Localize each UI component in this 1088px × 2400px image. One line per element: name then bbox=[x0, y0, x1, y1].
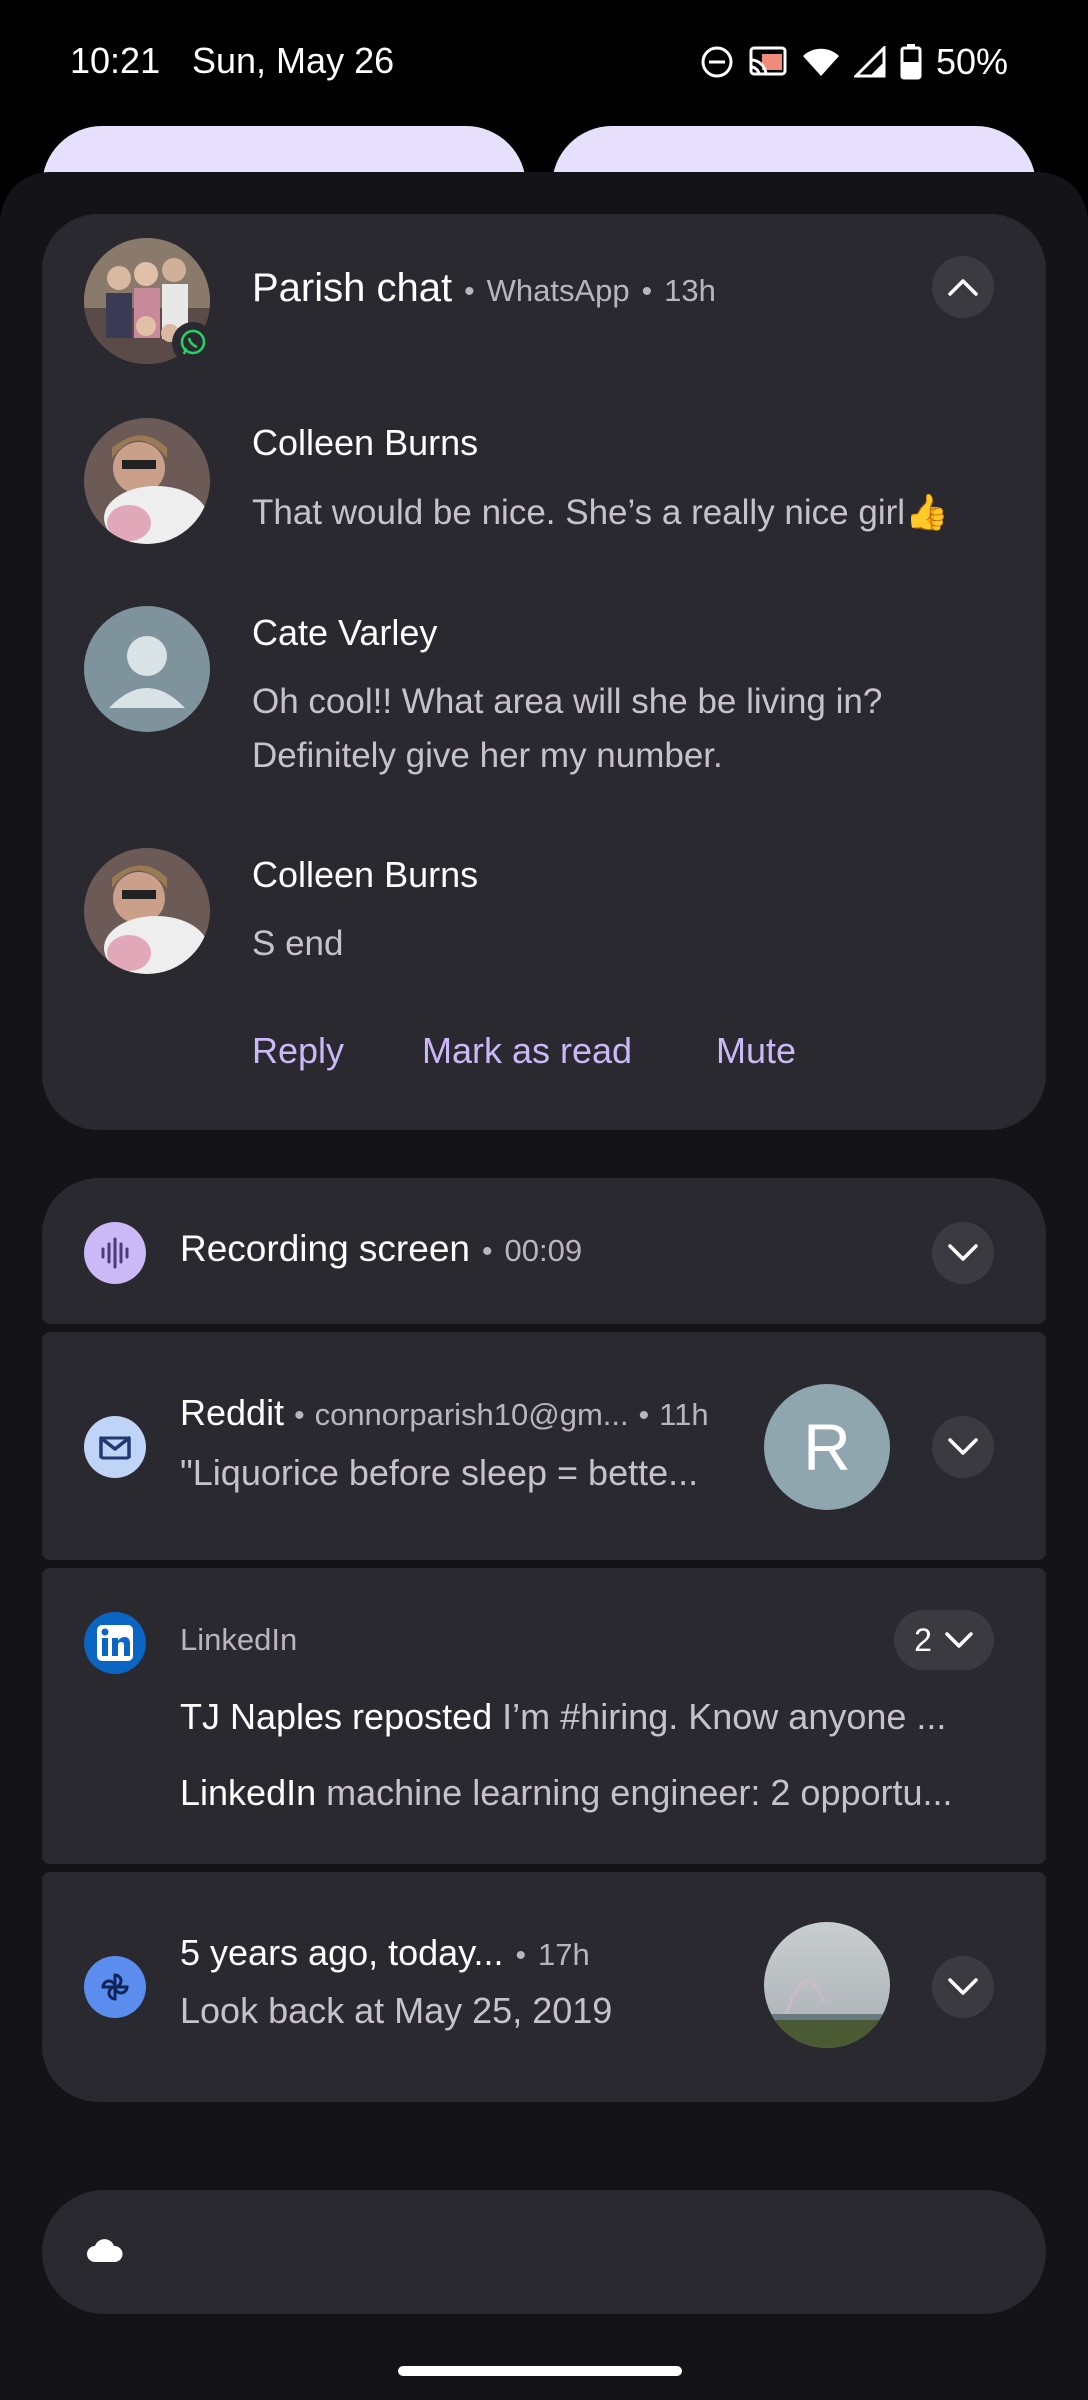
notification-count: 2 bbox=[914, 1621, 932, 1658]
notification-text: Look back at May 25, 2019 bbox=[180, 1990, 613, 2031]
expand-button[interactable] bbox=[932, 1956, 994, 2018]
status-time: 10:21 bbox=[70, 40, 161, 81]
expand-button[interactable] bbox=[932, 1222, 994, 1284]
signal-icon bbox=[853, 46, 886, 78]
app-name: WhatsApp bbox=[486, 273, 630, 308]
battery-icon bbox=[900, 44, 922, 80]
timestamp: 13h bbox=[664, 273, 716, 308]
message-sender: Colleen Burns bbox=[252, 422, 479, 463]
reply-button[interactable]: Reply bbox=[252, 1030, 344, 1072]
notification-line: TJ Naples reposted I’m #hiring. Know any… bbox=[180, 1696, 947, 1737]
mark-as-read-button[interactable]: Mark as read bbox=[422, 1030, 632, 1072]
sender-avatar: R bbox=[764, 1384, 890, 1510]
recording-notification[interactable]: Recording screen • 00:09 bbox=[42, 1178, 1046, 1324]
notification-header: Recording screen • 00:09 bbox=[180, 1228, 583, 1269]
weather-chip[interactable] bbox=[42, 2190, 1046, 2314]
app-name: LinkedIn bbox=[180, 1622, 298, 1657]
whatsapp-badge-icon bbox=[172, 322, 214, 364]
notification-line: LinkedIn machine learning engineer: 2 op… bbox=[180, 1772, 953, 1813]
message-sender: Colleen Burns bbox=[252, 854, 479, 895]
notification-header: 5 years ago, today... • 17h bbox=[180, 1932, 590, 1973]
do-not-disturb-icon bbox=[700, 45, 734, 79]
battery-percent: 50% bbox=[935, 41, 1008, 82]
message-text: That would be nice. She’s a really nice … bbox=[252, 493, 949, 532]
sound-wave-icon bbox=[84, 1222, 146, 1284]
email-notification[interactable]: Reddit • connorparish10@gm... • 11h "Liq… bbox=[42, 1332, 1046, 1560]
pinwheel-icon bbox=[84, 1956, 146, 2018]
status-icons: 50% bbox=[700, 38, 1008, 86]
wifi-icon bbox=[802, 46, 840, 78]
linkedin-icon bbox=[84, 1612, 146, 1674]
avatar bbox=[84, 848, 210, 974]
gmail-icon bbox=[84, 1416, 146, 1478]
notification-title: Recording screen bbox=[180, 1228, 470, 1269]
notification-header: Parish chat • WhatsApp • 13h bbox=[252, 266, 716, 310]
cloud-icon bbox=[86, 2238, 124, 2269]
photos-memory-notification[interactable]: 5 years ago, today... • 17h Look back at… bbox=[42, 1872, 1046, 2102]
chevron-down-icon bbox=[945, 1632, 973, 1648]
timer: 00:09 bbox=[504, 1233, 583, 1268]
avatar bbox=[84, 418, 210, 544]
message-text-line-2: Definitely give her my number. bbox=[252, 736, 723, 775]
mute-button[interactable]: Mute bbox=[716, 1030, 796, 1072]
default-avatar bbox=[84, 606, 210, 732]
whatsapp-notification[interactable]: Parish chat • WhatsApp • 13h Colleen Bur… bbox=[42, 214, 1046, 1130]
email-subject: "Liquorice before sleep = bette... bbox=[180, 1452, 699, 1493]
status-date: Sun, May 26 bbox=[192, 40, 395, 81]
email-account: connorparish10@gm... bbox=[314, 1397, 629, 1432]
memory-thumbnail bbox=[764, 1922, 890, 2048]
email-sender: Reddit bbox=[180, 1392, 285, 1433]
expand-button[interactable] bbox=[932, 1416, 994, 1478]
timestamp: 17h bbox=[538, 1937, 590, 1972]
message-text-line-1: Oh cool!! What area will she be living i… bbox=[252, 682, 883, 721]
chevron-down-icon bbox=[948, 1978, 978, 1995]
chevron-up-icon bbox=[948, 279, 978, 296]
group-expand-button[interactable]: 2 bbox=[894, 1610, 994, 1670]
chevron-down-icon bbox=[948, 1438, 978, 1455]
collapse-button[interactable] bbox=[932, 256, 994, 318]
chevron-down-icon bbox=[948, 1244, 978, 1261]
cast-icon bbox=[748, 45, 788, 79]
conversation-title: Parish chat bbox=[252, 266, 453, 310]
timestamp: 11h bbox=[659, 1397, 709, 1432]
message-sender: Cate Varley bbox=[252, 612, 438, 653]
message-text: S end bbox=[252, 924, 344, 963]
gesture-nav-handle[interactable] bbox=[398, 2366, 682, 2376]
notification-header: Reddit • connorparish10@gm... • 11h bbox=[180, 1392, 709, 1433]
notification-title: 5 years ago, today... bbox=[180, 1932, 504, 1973]
linkedin-notification[interactable]: LinkedIn 2 TJ Naples reposted I’m #hirin… bbox=[42, 1568, 1046, 1864]
